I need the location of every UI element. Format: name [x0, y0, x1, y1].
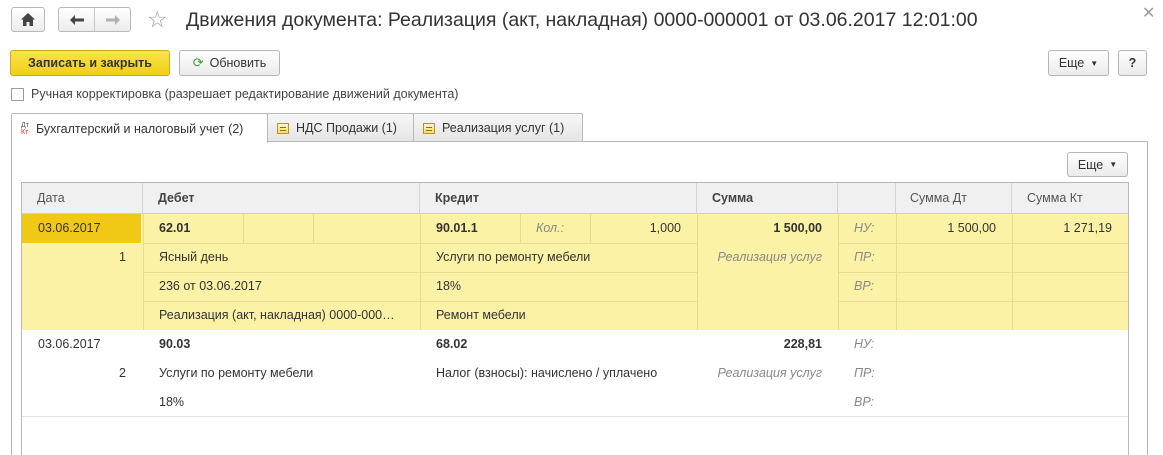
sum-kt[interactable]: 1 271,19 [1012, 214, 1112, 243]
history-navigation [58, 7, 131, 32]
refresh-button[interactable]: ⟳ Обновить [179, 50, 280, 76]
flag-pr-label: ПР: [854, 250, 875, 264]
dt-kt-icon: Дт Кт [21, 121, 29, 136]
movements-table[interactable]: Дата Дебет Кредит Сумма Сумма Дт Сумма К… [21, 182, 1129, 455]
entry-sum[interactable]: 228,81 [697, 330, 822, 359]
dropdown-caret-icon: ▼ [1109, 160, 1118, 169]
refresh-label: Обновить [209, 56, 267, 70]
sum-dt[interactable]: 1 500,00 [896, 214, 996, 243]
entry-sum[interactable]: 1 500,00 [697, 214, 822, 243]
favorite-star-icon[interactable]: ☆ [147, 8, 168, 31]
manual-correction-checkbox[interactable] [11, 87, 24, 101]
column-header-sum-dt[interactable]: Сумма Дт [896, 183, 1012, 214]
credit-account[interactable]: 68.02 [436, 330, 467, 359]
grid-more-label: Еще [1077, 157, 1104, 172]
more-button[interactable]: Еще ▼ [1048, 50, 1109, 76]
entry-content[interactable]: Реализация услуг [697, 243, 822, 272]
more-label: Еще [1058, 56, 1085, 70]
column-header-debit[interactable]: Дебет [143, 183, 420, 214]
save-and-close-label: Записать и закрыть [28, 56, 152, 70]
home-icon [21, 13, 35, 26]
tab-vat-sales-label: НДС Продажи (1) [296, 121, 397, 135]
flag-vr-label: ВР: [854, 395, 875, 409]
home-button[interactable] [11, 7, 45, 32]
debit-subconto-2[interactable]: 236 от 03.06.2017 [159, 272, 262, 301]
credit-quantity-label: Кол.: [536, 221, 565, 235]
back-button[interactable] [59, 8, 95, 31]
flag-nu-label: НУ: [854, 221, 875, 235]
close-icon[interactable]: ✕ [1142, 6, 1155, 22]
title-bar: ☆ Движения документа: Реализация (акт, н… [0, 0, 1163, 42]
tab-vat-sales[interactable]: НДС Продажи (1) [267, 113, 414, 142]
tab-accounting-label: Бухгалтерский и налоговый учет (2) [35, 121, 244, 136]
debit-subconto-2[interactable]: 18% [159, 388, 184, 417]
forward-button[interactable] [95, 8, 130, 31]
table-header: Дата Дебет Кредит Сумма Сумма Дт Сумма К… [22, 183, 1128, 214]
credit-subconto-1[interactable]: Налог (взносы): начислено / уплачено [436, 359, 657, 388]
arrow-left-icon [69, 14, 84, 25]
column-header-date[interactable]: Дата [22, 183, 143, 214]
arrow-right-icon [105, 14, 120, 25]
credit-account[interactable]: 90.01.1 [436, 214, 478, 243]
register-icon [423, 122, 435, 134]
credit-quantity[interactable]: 1,000 [590, 214, 681, 243]
debit-subconto-1[interactable]: Услуги по ремонту мебели [159, 359, 313, 388]
column-header-credit[interactable]: Кредит [420, 183, 697, 214]
flag-vr-label: ВР: [854, 279, 875, 293]
column-header-sum[interactable]: Сумма [697, 183, 838, 214]
help-label: ? [1128, 56, 1137, 70]
tab-services-sales[interactable]: Реализация услуг (1) [413, 113, 583, 142]
flag-pr-label: ПР: [854, 366, 875, 380]
entry-number[interactable]: 2 [22, 359, 126, 388]
entry-date[interactable]: 03.06.2017 [22, 214, 141, 243]
tab-services-sales-label: Реализация услуг (1) [442, 121, 565, 135]
dropdown-caret-icon: ▼ [1090, 58, 1099, 68]
column-header-sum-kt[interactable]: Сумма Кт [1012, 183, 1128, 214]
help-button[interactable]: ? [1118, 50, 1147, 76]
save-and-close-button[interactable]: Записать и закрыть [10, 50, 170, 76]
entry-number[interactable]: 1 [22, 243, 126, 272]
manual-correction-label[interactable]: Ручная корректировка (разрешает редактир… [31, 87, 458, 101]
credit-subconto-2[interactable]: 18% [436, 272, 461, 301]
refresh-icon: ⟳ [192, 55, 204, 70]
tab-accounting[interactable]: Дт Кт Бухгалтерский и налоговый учет (2) [11, 113, 268, 143]
credit-subconto-3[interactable]: Ремонт мебели [436, 301, 526, 330]
entry-date[interactable]: 03.06.2017 [38, 330, 101, 359]
debit-account[interactable]: 62.01 [159, 214, 190, 243]
credit-subconto-1[interactable]: Услуги по ремонту мебели [436, 243, 590, 272]
debit-account[interactable]: 90.03 [159, 330, 190, 359]
column-header-flags[interactable] [838, 183, 896, 214]
debit-subconto-1[interactable]: Ясный день [159, 243, 228, 272]
entry-content[interactable]: Реализация услуг [697, 359, 822, 388]
grid-more-button[interactable]: Еще ▼ [1067, 152, 1128, 177]
register-icon [277, 122, 289, 134]
window-title: Движения документа: Реализация (акт, нак… [186, 9, 978, 31]
debit-subconto-3[interactable]: Реализация (акт, накладная) 0000-000… [159, 301, 395, 330]
flag-nu-label: НУ: [854, 337, 875, 351]
manual-correction: Ручная корректировка (разрешает редактир… [11, 87, 458, 101]
